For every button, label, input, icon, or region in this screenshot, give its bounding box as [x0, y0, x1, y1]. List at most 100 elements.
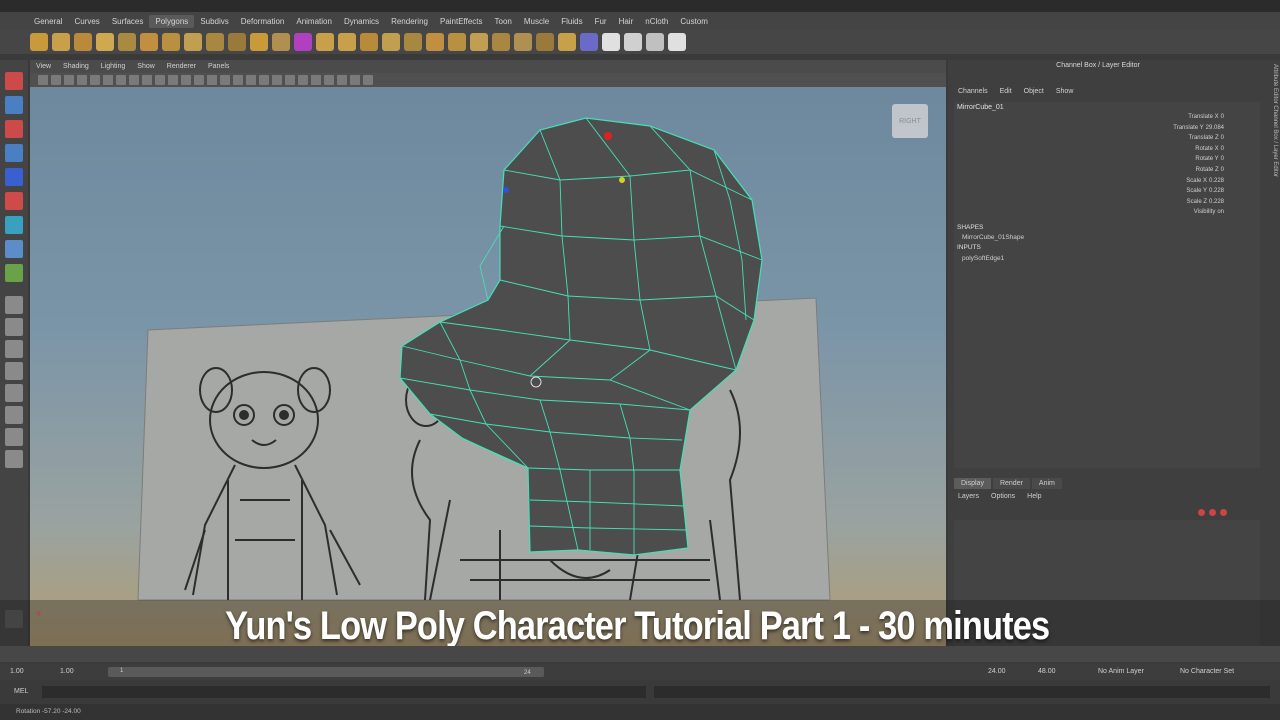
shelf-tool-icon[interactable] [360, 33, 378, 51]
range-slider[interactable]: 1 [108, 667, 544, 677]
shelf-tool-icon[interactable] [536, 33, 554, 51]
attribute-row[interactable]: Rotate X0 [1104, 146, 1254, 157]
shelf-tool-icon[interactable] [514, 33, 532, 51]
viewport-tool-icon[interactable] [363, 75, 373, 85]
viewport-tool-icon[interactable] [51, 75, 61, 85]
viewport-tool-icon[interactable] [246, 75, 256, 85]
layer-tab-display[interactable]: Display [954, 478, 991, 489]
shelf-tab-dynamics[interactable]: Dynamics [338, 15, 385, 28]
viewport-tool-icon[interactable] [38, 75, 48, 85]
viewport-tool-icon[interactable] [311, 75, 321, 85]
lasso-tool-icon[interactable] [5, 96, 23, 114]
shelf-tool-icon[interactable] [118, 33, 136, 51]
viewport-menu-renderer[interactable]: Renderer [167, 63, 196, 70]
four-pane-layout-icon[interactable] [5, 318, 23, 336]
move-tool-icon[interactable] [5, 144, 23, 162]
two-pane-layout-icon[interactable] [5, 340, 23, 358]
attribute-value[interactable]: 0 [1221, 156, 1224, 167]
range-end-field[interactable]: 24.00 [988, 668, 1006, 675]
shelf-tool-icon[interactable] [184, 33, 202, 51]
manipulator-handle-red[interactable] [604, 132, 612, 140]
selected-object-name[interactable]: MirrorCube_01 [957, 104, 1004, 111]
perspective-viewport[interactable]: View Shading Lighting Show Renderer Panels RI… [30, 60, 946, 660]
time-slider[interactable] [0, 646, 1280, 662]
shelf-tool-icon[interactable] [52, 33, 70, 51]
input-node[interactable]: polySoftEdge1 [962, 255, 1004, 262]
shelf-tab-polygons[interactable]: Polygons [149, 14, 195, 28]
new-layer-icon[interactable] [1198, 509, 1205, 516]
attribute-value[interactable]: on [1217, 209, 1224, 220]
shelf-tab-fur[interactable]: Fur [589, 15, 613, 28]
viewport-menu-panels[interactable]: Panels [208, 63, 229, 70]
shelf-tool-icon[interactable] [206, 33, 224, 51]
shelf-tab-fluids[interactable]: Fluids [555, 15, 588, 28]
attribute-value[interactable]: 0.228 [1209, 199, 1224, 210]
view-cube[interactable]: RIGHT [892, 104, 928, 138]
scene-view[interactable] [30, 60, 946, 660]
shelf-tab-custom[interactable]: Custom [674, 15, 714, 28]
shelf-tool-icon[interactable] [470, 33, 488, 51]
persp-graph-layout-icon[interactable] [5, 384, 23, 402]
new-layer-selected-icon[interactable] [1209, 509, 1216, 516]
viewport-tool-icon[interactable] [272, 75, 282, 85]
shelf-tab-toon[interactable]: Toon [489, 15, 518, 28]
channel-menu-channels[interactable]: Channels [958, 88, 988, 95]
outliner-layout-icon[interactable] [5, 428, 23, 446]
mel-label[interactable]: MEL [14, 688, 28, 695]
manipulator-icon[interactable] [5, 216, 23, 234]
shelf-tool-icon[interactable] [404, 33, 422, 51]
shelf-tool-icon[interactable] [426, 33, 444, 51]
shelf-tool-icon[interactable] [294, 33, 312, 51]
attribute-value[interactable]: 0 [1221, 114, 1224, 125]
viewport-tool-icon[interactable] [259, 75, 269, 85]
attribute-value[interactable]: 0.228 [1209, 178, 1224, 189]
shelf-tab-rendering[interactable]: Rendering [385, 15, 434, 28]
attribute-value[interactable]: 29.084 [1206, 125, 1224, 136]
attribute-row[interactable]: Scale Y 0.228 [1104, 188, 1254, 199]
viewport-menu-shading[interactable]: Shading [63, 63, 89, 70]
shape-node[interactable]: MirrorCube_01Shape [962, 234, 1024, 241]
attribute-row[interactable]: Visibility on [1104, 209, 1254, 220]
viewport-tool-icon[interactable] [207, 75, 217, 85]
shelf-tool-icon[interactable] [382, 33, 400, 51]
persp-outliner-layout-icon[interactable] [5, 362, 23, 380]
attribute-row[interactable]: Translate X0 [1104, 114, 1254, 125]
viewport-tool-icon[interactable] [77, 75, 87, 85]
select-tool-icon[interactable] [5, 72, 23, 90]
mel-input-field[interactable] [42, 686, 646, 698]
viewport-menu-lighting[interactable]: Lighting [101, 63, 126, 70]
viewport-tool-icon[interactable] [324, 75, 334, 85]
rotate-tool-icon[interactable] [5, 168, 23, 186]
viewport-tool-icon[interactable] [168, 75, 178, 85]
manipulator-handle-yellow[interactable] [619, 177, 625, 183]
viewport-tool-icon[interactable] [233, 75, 243, 85]
anim-layer-select[interactable]: No Anim Layer [1098, 668, 1144, 675]
shelf-tool-icon[interactable] [140, 33, 158, 51]
shelf-tool-icon[interactable] [272, 33, 290, 51]
attribute-value[interactable]: 0 [1221, 146, 1224, 157]
shelf-tool-icon[interactable] [558, 33, 576, 51]
viewport-tool-icon[interactable] [285, 75, 295, 85]
channel-menu-show[interactable]: Show [1056, 88, 1074, 95]
layer-tab-anim[interactable]: Anim [1031, 478, 1062, 489]
shelf-tab-surfaces[interactable]: Surfaces [106, 15, 150, 28]
shelf-tab-animation[interactable]: Animation [290, 15, 338, 28]
attribute-row[interactable]: Rotate Y0 [1104, 156, 1254, 167]
graph-editor-layout-icon[interactable] [5, 450, 23, 468]
layer-tab-render[interactable]: Render [992, 478, 1030, 489]
shelf-tool-icon[interactable] [74, 33, 92, 51]
layer-menu-options[interactable]: Options [991, 493, 1015, 500]
manipulator-handle-blue[interactable] [503, 187, 509, 193]
scale-tool-icon[interactable] [5, 192, 23, 210]
viewport-tool-icon[interactable] [155, 75, 165, 85]
shelf-tool-icon[interactable] [162, 33, 180, 51]
channel-menu-object[interactable]: Object [1024, 88, 1044, 95]
viewport-tool-icon[interactable] [298, 75, 308, 85]
channel-menu-edit[interactable]: Edit [1000, 88, 1012, 95]
viewport-tool-icon[interactable] [220, 75, 230, 85]
attribute-row[interactable]: Scale Z 0.228 [1104, 199, 1254, 210]
side-editor-tabs[interactable]: Attribute Editor Channel Box / Layer Edi… [1264, 64, 1278, 224]
single-pane-layout-icon[interactable] [5, 296, 23, 314]
attribute-row[interactable]: Translate Y 29.084 [1104, 125, 1254, 136]
viewport-tool-icon[interactable] [116, 75, 126, 85]
